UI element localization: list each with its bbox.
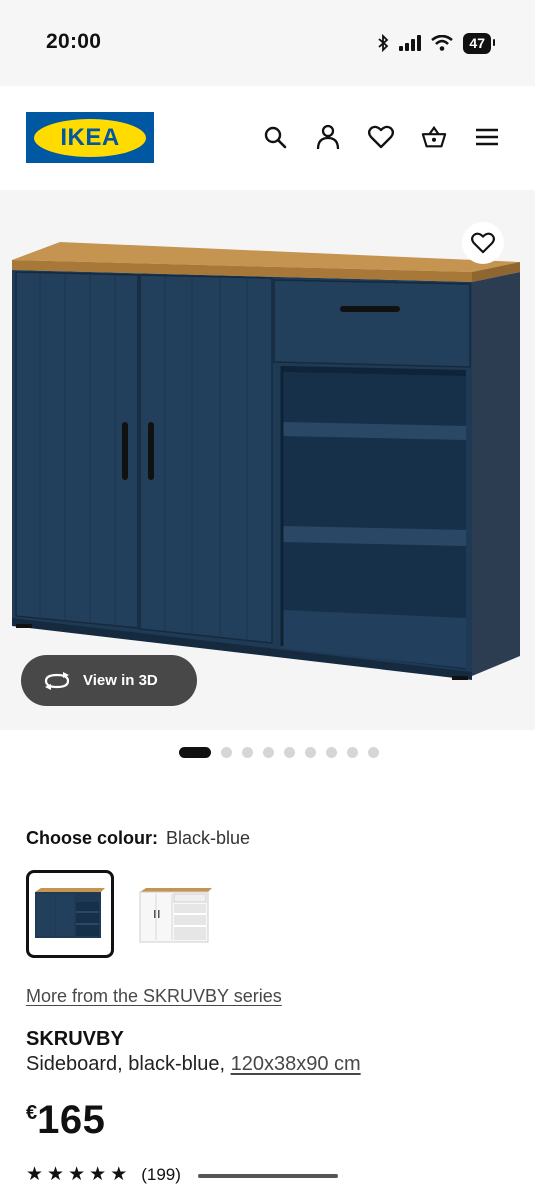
battery-indicator: 47	[463, 32, 495, 54]
black-blue-sideboard-thumbnail	[35, 888, 105, 938]
colour-chooser: Choose colour: Black-blue	[26, 828, 250, 849]
gallery-dot[interactable]	[368, 747, 379, 758]
star-icon: ★	[47, 1164, 65, 1185]
view-in-3d-label: View in 3D	[83, 672, 158, 689]
gallery-dot-active[interactable]	[179, 747, 211, 758]
colour-label: Choose colour:	[26, 828, 159, 848]
search-icon[interactable]	[262, 122, 288, 152]
colour-option-black-blue[interactable]	[26, 870, 114, 958]
star-icon: ★	[68, 1164, 86, 1185]
signal-icon	[399, 35, 422, 51]
sideboard-illustration	[12, 242, 520, 680]
star-icon: ★	[89, 1164, 107, 1185]
add-to-wishlist-button[interactable]	[462, 222, 504, 264]
star-icon: ★	[110, 1164, 128, 1185]
status-bar: 20:00 47	[0, 0, 535, 86]
header-nav	[262, 122, 500, 152]
gallery-dot[interactable]	[263, 747, 274, 758]
status-icons: 47	[377, 31, 495, 55]
gallery-dot[interactable]	[305, 747, 316, 758]
product-description: Sideboard, black-blue, 120x38x90 cm	[26, 1053, 361, 1076]
product-dimensions-link[interactable]: 120x38x90 cm	[231, 1053, 361, 1075]
wishlist-heart-icon[interactable]	[368, 122, 394, 152]
star-icon: ★	[26, 1164, 44, 1185]
profile-icon[interactable]	[315, 122, 341, 152]
heart-icon	[471, 232, 495, 254]
product-price: €165	[26, 1098, 105, 1143]
review-count: (199)	[141, 1164, 181, 1184]
gallery-dot[interactable]	[284, 747, 295, 758]
price-currency: €	[26, 1102, 38, 1124]
bluetooth-icon	[378, 34, 389, 52]
gallery-dot[interactable]	[326, 747, 337, 758]
colour-value: Black-blue	[166, 828, 251, 848]
gallery-dot[interactable]	[242, 747, 253, 758]
gallery-pagination	[179, 747, 379, 758]
wifi-icon	[431, 35, 454, 51]
logo-text: IKEA	[60, 123, 120, 151]
shopping-basket-icon[interactable]	[421, 122, 447, 152]
gallery-dot[interactable]	[347, 747, 358, 758]
price-amount: 165	[37, 1098, 106, 1142]
gallery-dot[interactable]	[221, 747, 232, 758]
status-time: 20:00	[46, 30, 102, 53]
white-sideboard-thumbnail	[139, 888, 212, 943]
scroll-indicator-bar	[198, 1174, 338, 1178]
menu-icon[interactable]	[474, 122, 500, 152]
view-in-3d-button[interactable]: View in 3D	[21, 655, 197, 706]
product-description-text: Sideboard, black-blue,	[26, 1053, 231, 1075]
product-rating[interactable]: ★ ★ ★ ★ ★ (199)	[26, 1163, 181, 1186]
series-link[interactable]: More from the SKRUVBY series	[26, 986, 282, 1007]
ikea-logo[interactable]: IKEA	[26, 112, 154, 163]
product-image[interactable]	[0, 190, 535, 730]
rotate-3d-icon	[44, 671, 70, 690]
colour-option-white[interactable]	[130, 870, 218, 958]
product-name: SKRUVBY	[26, 1028, 124, 1050]
